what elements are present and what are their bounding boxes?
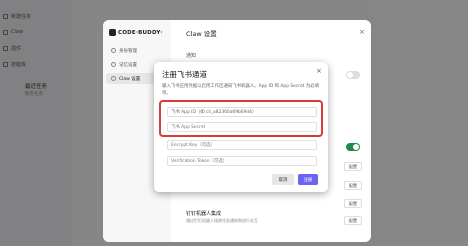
config-button-2[interactable]: 配置: [344, 181, 362, 190]
settings-nav-identity[interactable]: 身份管理: [106, 45, 166, 56]
notify-toggle[interactable]: [346, 71, 360, 79]
settings-title: Claw 设置: [186, 30, 217, 38]
bot-toggle[interactable]: [346, 143, 360, 151]
app-secret-field[interactable]: 飞书 App Secret: [167, 122, 317, 132]
bot-section-title: 钉钉机器人集成: [186, 211, 222, 217]
register-feishu-dialog: 注册飞书通道 × 输入飞书应用凭据以启用工作区通知飞书机器人。App ID 和 …: [154, 62, 328, 192]
verification-token-field[interactable]: Verification Token（可选）: [167, 156, 317, 166]
notify-section-title: 通知: [186, 53, 197, 59]
dialog-description: 输入飞书应用凭据以启用工作区通知飞书机器人。App ID 和 App Secre…: [162, 84, 320, 96]
codebuddy-logo: CODE·BUDDY·: [109, 29, 163, 36]
dialog-close-icon[interactable]: ×: [316, 67, 322, 75]
register-button[interactable]: 注册: [298, 174, 318, 185]
config-button-3[interactable]: 配置: [344, 199, 362, 208]
claw-settings-icon: [111, 76, 116, 81]
config-button-1[interactable]: 配置: [344, 162, 362, 171]
encrypt-key-field[interactable]: Encrypt Key（可选）: [167, 140, 317, 150]
logo-mark-icon: [109, 29, 116, 36]
identity-icon: [111, 48, 116, 53]
app-id-field[interactable]: 飞书 App ID（如 cli_a82360a69b69d4）: [167, 107, 317, 117]
memory-icon: [111, 62, 116, 67]
dialog-title: 注册飞书通道: [162, 70, 207, 79]
config-button-4[interactable]: 配置: [344, 216, 362, 225]
bot-section-desc: 通过钉钉机器人接收任务通知和进行交互: [186, 218, 258, 223]
cancel-button[interactable]: 取消: [272, 174, 294, 185]
settings-close-icon[interactable]: ×: [359, 28, 365, 36]
